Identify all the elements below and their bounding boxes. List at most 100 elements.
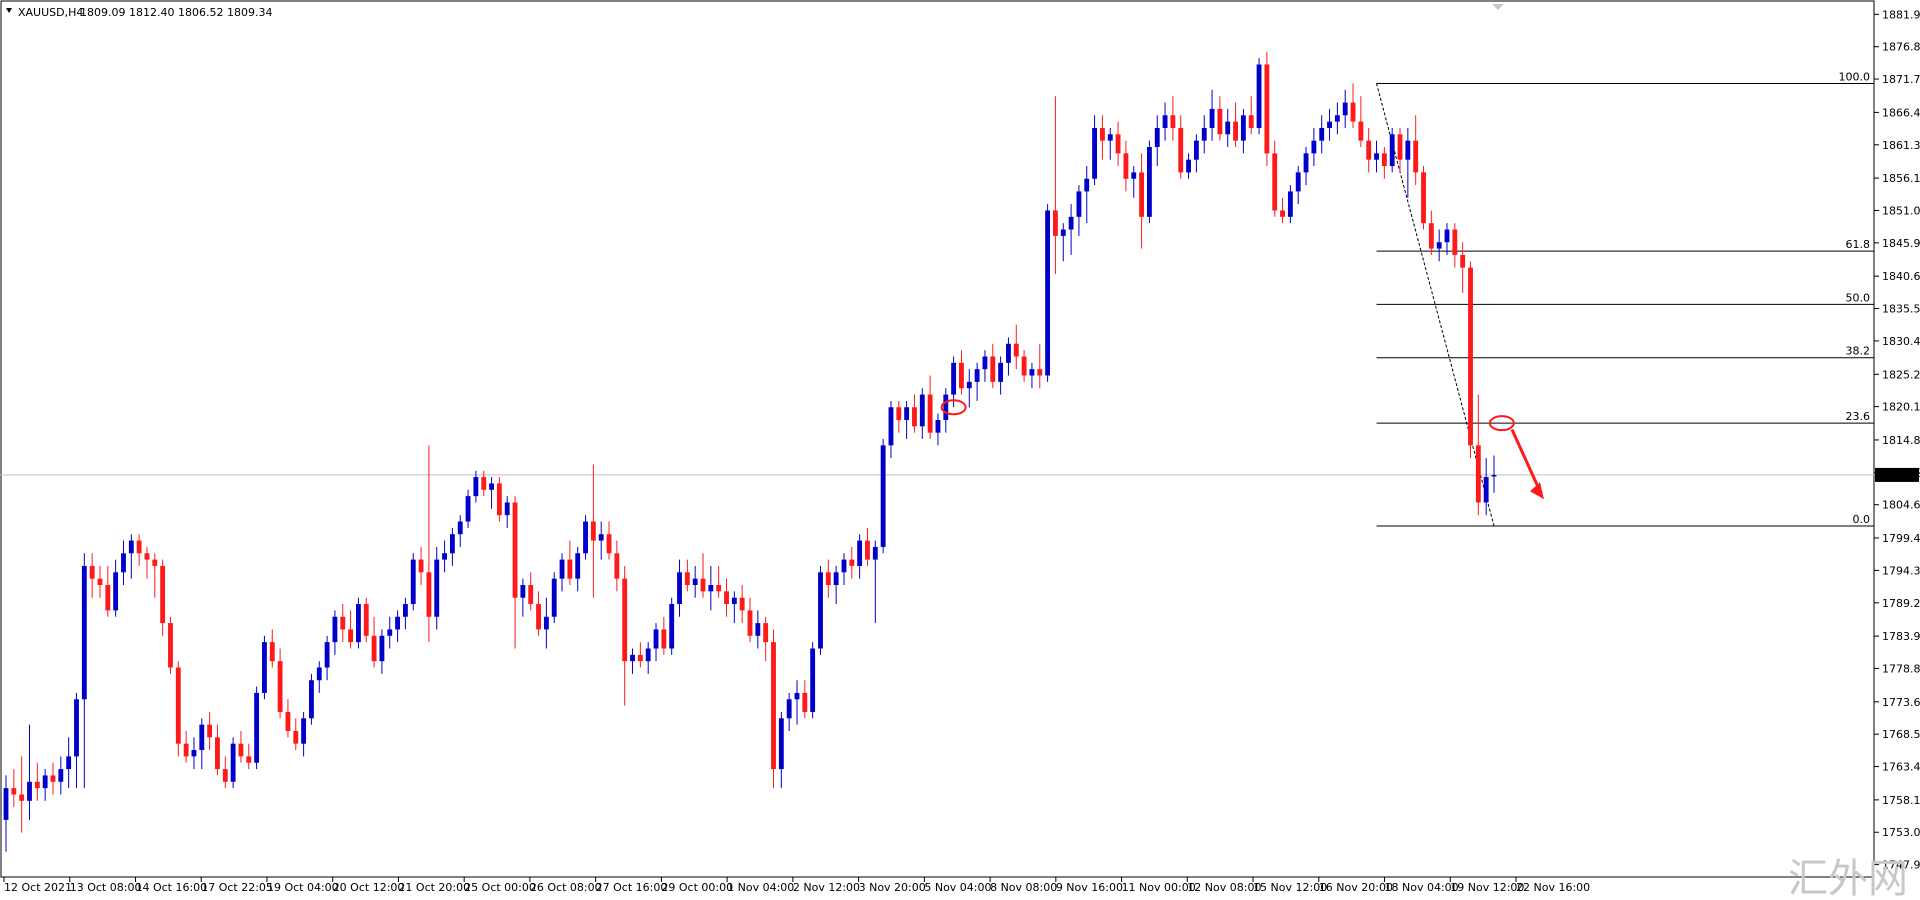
candle-bull[interactable] (1491, 474, 1497, 477)
candle-bull[interactable] (841, 559, 847, 573)
candle-bull[interactable] (254, 692, 260, 763)
candle-bear[interactable] (1264, 64, 1270, 154)
candle-bull[interactable] (755, 623, 761, 636)
candle-bull[interactable] (1193, 140, 1199, 160)
candle-bear[interactable] (865, 540, 870, 560)
candle-bear[interactable] (1272, 153, 1278, 211)
candle-bear[interactable] (990, 356, 996, 382)
candle-bull[interactable] (410, 559, 416, 605)
candle-bull[interactable] (1256, 64, 1262, 128)
candle-bear[interactable] (11, 788, 17, 795)
candle-bear[interactable] (1358, 121, 1364, 141)
candle-bull[interactable] (262, 642, 267, 693)
candle-bull[interactable] (42, 775, 48, 789)
candle-bear[interactable] (152, 559, 158, 566)
candle-bear[interactable] (1217, 108, 1223, 135)
candle-bull[interactable] (1405, 140, 1411, 160)
candle-bull[interactable] (379, 635, 385, 662)
candle-bear[interactable] (606, 534, 612, 554)
candle-bull[interactable] (301, 718, 307, 744)
candle-bull[interactable] (708, 585, 714, 592)
candle-bear[interactable] (97, 578, 103, 585)
candle-bull[interactable] (1295, 172, 1301, 192)
candle-bear[interactable] (238, 743, 244, 757)
candle-bear[interactable] (536, 604, 541, 630)
candle-bull[interactable] (191, 750, 197, 757)
candle-bull[interactable] (128, 540, 134, 554)
candle-bull[interactable] (677, 572, 682, 605)
candle-bear[interactable] (1428, 223, 1434, 249)
candle-bull[interactable] (520, 585, 526, 598)
candle-bear[interactable] (747, 610, 753, 636)
candle-bear[interactable] (89, 565, 95, 579)
candle-bull[interactable] (1334, 115, 1340, 122)
candle-bear[interactable] (1053, 210, 1058, 236)
candle-bear[interactable] (724, 591, 729, 605)
candle-bull[interactable] (998, 362, 1004, 382)
candle-bull[interactable] (1107, 134, 1113, 141)
candle-bear[interactable] (637, 654, 643, 662)
candle-bear[interactable] (771, 642, 776, 770)
candle-bull[interactable] (857, 540, 863, 566)
candle-bull[interactable] (778, 718, 784, 770)
candle-bear[interactable] (567, 559, 573, 579)
candle-bear[interactable] (136, 540, 142, 554)
candle-bear[interactable] (528, 585, 534, 605)
candle-bull[interactable] (504, 502, 510, 516)
candle-bull[interactable] (1342, 102, 1348, 116)
candle-bull[interactable] (387, 629, 393, 636)
candle-bull[interactable] (575, 553, 581, 579)
candle-bear[interactable] (1115, 134, 1121, 154)
candle-bear[interactable] (1350, 102, 1356, 122)
candle-bull[interactable] (794, 692, 800, 700)
candle-bull[interactable] (833, 572, 839, 585)
candle-bull[interactable] (872, 546, 878, 560)
candle-bear[interactable] (222, 769, 228, 782)
candle-bull[interactable] (199, 724, 205, 751)
candle-bull[interactable] (966, 381, 972, 389)
candle-bear[interactable] (912, 407, 917, 427)
candle-bear[interactable] (1397, 134, 1403, 160)
candle-bull[interactable] (888, 407, 894, 446)
candle-bull[interactable] (1092, 127, 1098, 179)
candle-bear[interactable] (144, 553, 150, 560)
candle-bull[interactable] (1483, 477, 1489, 503)
candle-bull[interactable] (1303, 153, 1309, 173)
candle-bull[interactable] (465, 496, 471, 522)
candle-bear[interactable] (1233, 121, 1238, 141)
candle-bear[interactable] (739, 597, 745, 611)
candle-bear[interactable] (496, 483, 502, 516)
candle-bear[interactable] (1280, 210, 1285, 217)
candle-bull[interactable] (1006, 343, 1011, 363)
candle-bear[interactable] (371, 635, 377, 662)
candle-bull[interactable] (121, 553, 126, 573)
candle-bull[interactable] (1162, 115, 1168, 128)
candle-bear[interactable] (1452, 229, 1458, 255)
candle-bull[interactable] (919, 394, 925, 427)
candle-bull[interactable] (543, 616, 549, 630)
candle-bear[interactable] (348, 629, 354, 643)
candle-bear[interactable] (1475, 445, 1481, 503)
candle-bull[interactable] (1327, 121, 1332, 128)
candle-bull[interactable] (355, 604, 361, 643)
candle-bear[interactable] (1460, 254, 1466, 268)
candle-bear[interactable] (1170, 115, 1176, 128)
candle-bull[interactable] (1045, 210, 1051, 376)
candle-bull[interactable] (27, 781, 32, 801)
candle-bear[interactable] (19, 794, 25, 801)
candle-bull[interactable] (1389, 134, 1395, 167)
candle-bull[interactable] (332, 616, 338, 643)
candle-bull[interactable] (1146, 147, 1152, 217)
candle-bear[interactable] (802, 692, 808, 712)
candle-bear[interactable] (481, 477, 487, 490)
candle-bull[interactable] (551, 578, 557, 617)
candle-bull[interactable] (1154, 127, 1160, 147)
candle-bull[interactable] (1240, 115, 1246, 141)
candle-bear[interactable] (34, 781, 40, 789)
candle-bear[interactable] (50, 775, 56, 782)
candle-bull[interactable] (1374, 153, 1379, 160)
candle-bull[interactable] (810, 648, 816, 712)
candle-bull[interactable] (653, 629, 659, 649)
candle-bull[interactable] (943, 394, 949, 420)
candle-bear[interactable] (215, 737, 220, 770)
